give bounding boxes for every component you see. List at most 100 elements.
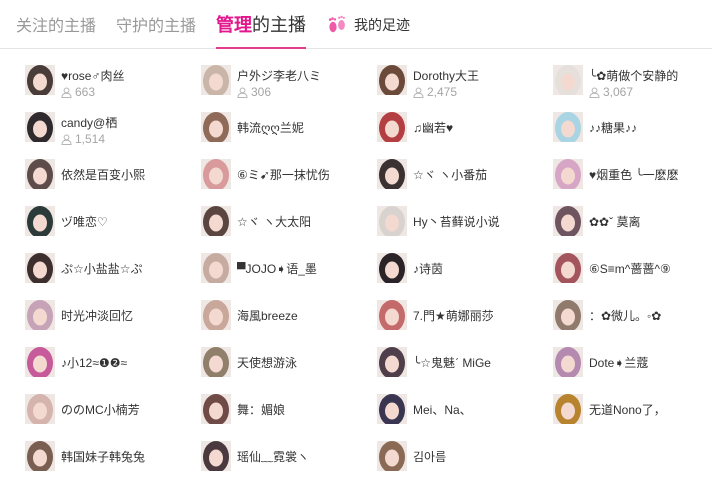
- anchor-item[interactable]: 无道Nono了，: [553, 394, 718, 434]
- avatar[interactable]: [377, 441, 407, 471]
- anchor-item[interactable]: 时光冲淡回忆: [25, 300, 195, 340]
- avatar[interactable]: [25, 441, 55, 471]
- avatar[interactable]: [201, 253, 231, 283]
- anchor-item[interactable]: ☆ヾ ヽ大太阳: [201, 206, 371, 246]
- avatar[interactable]: [553, 347, 583, 377]
- anchor-name[interactable]: ☆ヾ ヽ大太阳: [237, 214, 311, 230]
- anchor-name[interactable]: ☆ヾ ヽ小番茄: [413, 167, 487, 183]
- avatar[interactable]: [25, 394, 55, 424]
- anchor-item[interactable]: 韩流ღღ兰妮: [201, 112, 371, 152]
- anchor-item[interactable]: ╰✿萌做个安静的 3,067: [553, 65, 718, 105]
- anchor-name[interactable]: ♪小12≈❶❷≈: [61, 355, 127, 371]
- anchor-item[interactable]: Mei、Na、: [377, 394, 547, 434]
- anchor-name[interactable]: Dorothy大王: [413, 68, 479, 84]
- avatar[interactable]: [201, 300, 231, 330]
- anchor-item[interactable]: ☆ヾ ヽ小番茄: [377, 159, 547, 199]
- anchor-item[interactable]: ののMC小楠芳: [25, 394, 195, 434]
- anchor-name[interactable]: 韩流ღღ兰妮: [237, 120, 304, 136]
- anchor-item[interactable]: ヅ唯恋♡: [25, 206, 195, 246]
- anchor-item[interactable]: candy@栖 1,514: [25, 112, 195, 152]
- anchor-name[interactable]: ♪诗茵: [413, 261, 443, 277]
- anchor-name[interactable]: Dote➧兰蔻: [589, 355, 648, 371]
- anchor-name[interactable]: ♥rose♂肉丝: [61, 68, 124, 84]
- avatar[interactable]: [553, 253, 583, 283]
- anchor-item[interactable]: ：✿微儿。◦✿: [553, 300, 718, 340]
- anchor-item[interactable]: ✿✿ˇ 莫离: [553, 206, 718, 246]
- anchor-name[interactable]: 时光冲淡回忆: [61, 308, 133, 324]
- anchor-item[interactable]: ♫幽若♥: [377, 112, 547, 152]
- anchor-name[interactable]: 天使想游泳: [237, 355, 297, 371]
- anchor-name[interactable]: 7.門★萌娜丽莎: [413, 308, 494, 324]
- avatar[interactable]: [377, 112, 407, 142]
- anchor-item[interactable]: Dote➧兰蔻: [553, 347, 718, 387]
- anchor-name[interactable]: 无道Nono了，: [589, 402, 666, 418]
- anchor-item[interactable]: ♪小12≈❶❷≈: [25, 347, 195, 387]
- avatar[interactable]: [25, 300, 55, 330]
- anchor-name[interactable]: candy@栖: [61, 115, 117, 131]
- tab-followed-anchors[interactable]: 关注的主播: [16, 16, 96, 38]
- avatar[interactable]: [201, 441, 231, 471]
- anchor-item[interactable]: ⑥S≡m^蔷蔷^⑨: [553, 253, 718, 293]
- anchor-name[interactable]: ♪♪糖果♪♪: [589, 120, 637, 136]
- avatar[interactable]: [25, 347, 55, 377]
- avatar[interactable]: [25, 159, 55, 189]
- anchor-name[interactable]: ╰☆鬼魅ˊ MiGe: [413, 355, 491, 371]
- avatar[interactable]: [553, 206, 583, 236]
- avatar[interactable]: [553, 65, 583, 95]
- anchor-item[interactable]: ♥rose♂肉丝 663: [25, 65, 195, 105]
- tab-guarded-anchors[interactable]: 守护的主播: [116, 16, 196, 38]
- anchor-name[interactable]: Hy丶苔藓说小说: [413, 214, 500, 230]
- anchor-name[interactable]: 海風breeze: [237, 308, 298, 324]
- anchor-name[interactable]: ：✿微儿。◦✿: [589, 308, 661, 324]
- avatar[interactable]: [553, 159, 583, 189]
- anchor-name[interactable]: Mei、Na、: [413, 402, 472, 418]
- anchor-name[interactable]: ヅ唯恋♡: [61, 214, 108, 230]
- anchor-name[interactable]: ✿✿ˇ 莫离: [589, 214, 640, 230]
- avatar[interactable]: [25, 206, 55, 236]
- avatar[interactable]: [553, 112, 583, 142]
- anchor-name[interactable]: 韩国妹子韩兔兔: [61, 449, 145, 465]
- anchor-item[interactable]: 户外ジ李老八ミ 306: [201, 65, 371, 105]
- anchor-item[interactable]: 依然是百变小熙: [25, 159, 195, 199]
- anchor-item[interactable]: ╰☆鬼魅ˊ MiGe: [377, 347, 547, 387]
- anchor-item[interactable]: ⑥ミ➹那一抹忧伤: [201, 159, 371, 199]
- avatar[interactable]: [377, 253, 407, 283]
- avatar[interactable]: [201, 65, 231, 95]
- anchor-name[interactable]: 瑶仙﹏霓裳ヽ: [237, 449, 309, 465]
- anchor-name[interactable]: 김아름: [413, 449, 446, 465]
- anchor-item[interactable]: ♪♪糖果♪♪: [553, 112, 718, 152]
- anchor-name[interactable]: ♥烟重色 ╰一麽麽: [589, 167, 679, 183]
- avatar[interactable]: [377, 65, 407, 95]
- avatar[interactable]: [553, 394, 583, 424]
- avatar[interactable]: [201, 159, 231, 189]
- avatar[interactable]: [553, 300, 583, 330]
- avatar[interactable]: [25, 65, 55, 95]
- avatar[interactable]: [377, 159, 407, 189]
- anchor-name[interactable]: ののMC小楠芳: [61, 402, 140, 418]
- anchor-item[interactable]: ▀JOJO➧语_墨: [201, 253, 371, 293]
- anchor-item[interactable]: 7.門★萌娜丽莎: [377, 300, 547, 340]
- anchor-item[interactable]: 舞：媚娘: [201, 394, 371, 434]
- anchor-name[interactable]: ⑥S≡m^蔷蔷^⑨: [589, 261, 671, 277]
- avatar[interactable]: [377, 394, 407, 424]
- anchor-item[interactable]: 瑶仙﹏霓裳ヽ: [201, 441, 371, 481]
- avatar[interactable]: [201, 394, 231, 424]
- tab-footprints[interactable]: 我的足迹: [326, 14, 410, 36]
- anchor-item[interactable]: Dorothy大王 2,475: [377, 65, 547, 105]
- avatar[interactable]: [201, 206, 231, 236]
- avatar[interactable]: [201, 347, 231, 377]
- anchor-name[interactable]: ╰✿萌做个安静的: [589, 68, 678, 84]
- avatar[interactable]: [377, 206, 407, 236]
- tab-managed-anchors[interactable]: 管理的主播: [216, 14, 306, 49]
- avatar[interactable]: [377, 300, 407, 330]
- avatar[interactable]: [377, 347, 407, 377]
- anchor-name[interactable]: 依然是百变小熙: [61, 167, 145, 183]
- anchor-name[interactable]: ぷ☆小盐盐☆ぷ: [61, 261, 143, 277]
- anchor-item[interactable]: ♥烟重色 ╰一麽麽: [553, 159, 718, 199]
- anchor-name[interactable]: ▀JOJO➧语_墨: [237, 261, 317, 277]
- anchor-item[interactable]: Hy丶苔藓说小说: [377, 206, 547, 246]
- anchor-name[interactable]: 舞：媚娘: [237, 402, 285, 418]
- anchor-item[interactable]: 韩国妹子韩兔兔: [25, 441, 195, 481]
- anchor-name[interactable]: ⑥ミ➹那一抹忧伤: [237, 167, 330, 183]
- anchor-name[interactable]: 户外ジ李老八ミ: [237, 68, 321, 84]
